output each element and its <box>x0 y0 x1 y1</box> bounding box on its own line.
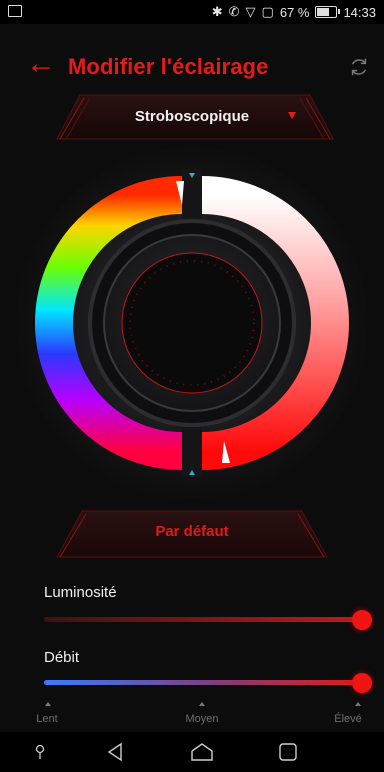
status-bar: ✱ ✆ ▽ ▢ 67 % 14:33 <box>0 0 384 24</box>
caret-down-icon[interactable] <box>288 112 296 119</box>
mode-value[interactable]: Stroboscopique <box>0 108 384 125</box>
notification-icon: ▢ <box>261 4 274 19</box>
call-icon: ✆ <box>228 4 240 19</box>
home-icon[interactable] <box>190 742 214 762</box>
rate-thumb[interactable] <box>352 673 372 693</box>
back-icon[interactable] <box>106 742 124 762</box>
status-right: ✱ ✆ ▽ ▢ 67 % 14:33 <box>212 4 376 20</box>
bluetooth-icon: ✱ <box>211 4 223 19</box>
pin-icon[interactable] <box>34 744 46 760</box>
arrow-left-icon[interactable]: ← <box>26 49 56 79</box>
clock: 14:33 <box>343 4 376 20</box>
rate-track[interactable] <box>44 680 362 685</box>
tick-eleve: Élevé <box>334 713 362 725</box>
battery-text: 67 % <box>279 4 310 20</box>
tick-eleve-mark <box>355 702 361 706</box>
recents-icon[interactable] <box>278 742 298 762</box>
navigation-bar <box>0 732 384 772</box>
color-wheel[interactable] <box>14 145 370 501</box>
tick-lent-mark <box>45 702 51 706</box>
tick-moyen-mark <box>199 702 205 706</box>
wifi-icon: ▽ <box>245 4 256 19</box>
gallery-icon <box>8 5 22 17</box>
tick-lent: Lent <box>36 713 58 725</box>
brightness-label: Luminosité <box>44 584 117 601</box>
rate-label: Débit <box>44 649 80 666</box>
brightness-thumb[interactable] <box>352 610 372 630</box>
default-button[interactable]: Par défaut <box>0 523 384 540</box>
tick-moyen: Moyen <box>185 713 219 725</box>
page-title: Modifier l'éclairage <box>68 54 269 79</box>
battery-icon <box>315 6 341 18</box>
brightness-track[interactable] <box>44 617 362 622</box>
refresh-icon[interactable] <box>348 56 370 78</box>
